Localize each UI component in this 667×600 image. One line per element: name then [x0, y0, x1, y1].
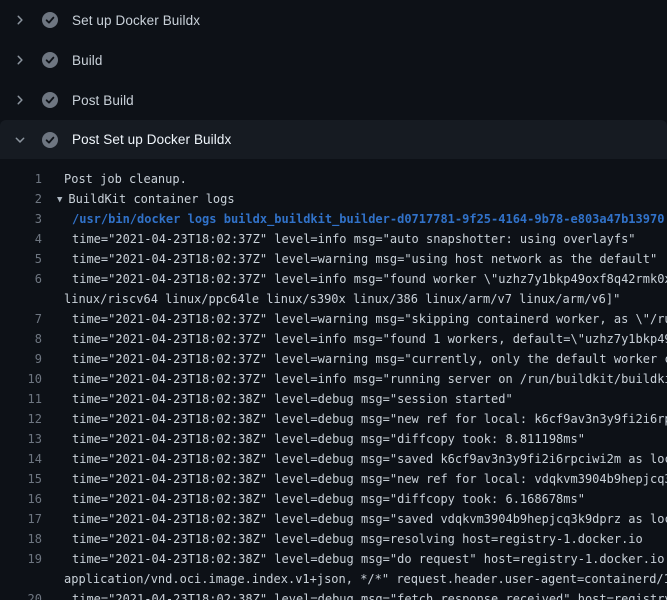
log-line-text: time="2021-04-23T18:02:38Z" level=debug …	[57, 409, 667, 429]
log-line: application/vnd.oci.image.index.v1+json,…	[0, 569, 667, 589]
log-line: linux/riscv64 linux/ppc64le linux/s390x …	[0, 289, 667, 309]
step-title: Post Set up Docker Buildx	[72, 132, 231, 147]
log-line-text: time="2021-04-23T18:02:38Z" level=debug …	[57, 429, 585, 449]
log-line: 1 Post job cleanup.	[0, 169, 667, 189]
log-line-number[interactable]: 20	[0, 589, 42, 600]
log-line-text: time="2021-04-23T18:02:38Z" level=debug …	[57, 489, 585, 509]
log-line: 11 time="2021-04-23T18:02:38Z" level=debu…	[0, 389, 667, 409]
log-line-number[interactable]: 10	[0, 369, 42, 389]
log-line: 9 time="2021-04-23T18:02:37Z" level=warni…	[0, 349, 667, 369]
step-header-post-build[interactable]: Post Build	[0, 80, 667, 120]
log-line: 6 time="2021-04-23T18:02:37Z" level=info …	[0, 269, 667, 289]
step-title: Set up Docker Buildx	[72, 13, 200, 28]
log-line-number[interactable]: 7	[0, 309, 42, 329]
log-line: 4 time="2021-04-23T18:02:37Z" level=info …	[0, 229, 667, 249]
log-line-text: time="2021-04-23T18:02:37Z" level=info m…	[57, 369, 667, 389]
step-header-post-set-up-docker-buildx[interactable]: Post Set up Docker Buildx	[0, 120, 667, 159]
log-line-number[interactable]: 9	[0, 349, 42, 369]
log-line-number[interactable]: 4	[0, 229, 42, 249]
log-line-number[interactable]: 2	[0, 189, 42, 209]
log-line: 19 time="2021-04-23T18:02:38Z" level=debu…	[0, 549, 667, 569]
log-line-number[interactable]: 14	[0, 449, 42, 469]
log-line: 15 time="2021-04-23T18:02:38Z" level=debu…	[0, 469, 667, 489]
log-line-text: time="2021-04-23T18:02:38Z" level=debug …	[57, 589, 667, 600]
steps-list: Set up Docker Buildx Build Post Build Post …	[0, 0, 667, 159]
log-line: 12 time="2021-04-23T18:02:38Z" level=debu…	[0, 409, 667, 429]
log-line: 18 time="2021-04-23T18:02:38Z" level=debu…	[0, 529, 667, 549]
log-line-number[interactable]: 3	[0, 209, 42, 229]
group-title[interactable]: BuildKit container logs	[68, 192, 234, 206]
log-line: 13 time="2021-04-23T18:02:38Z" level=debu…	[0, 429, 667, 449]
log-line-number	[0, 289, 42, 309]
log-line-number[interactable]: 12	[0, 409, 42, 429]
log-viewer[interactable]: 1 Post job cleanup. 2 ▼BuildKit container l…	[0, 159, 667, 600]
log-line: 20 time="2021-04-23T18:02:38Z" level=debu…	[0, 589, 667, 600]
log-line-text: time="2021-04-23T18:02:37Z" level=warnin…	[57, 249, 657, 269]
log-line-number	[0, 569, 42, 589]
log-line-number[interactable]: 18	[0, 529, 42, 549]
actions-log-panel: Set up Docker Buildx Build Post Build Post …	[0, 0, 667, 600]
log-line-number[interactable]: 15	[0, 469, 42, 489]
log-line-number[interactable]: 16	[0, 489, 42, 509]
log-line-text: time="2021-04-23T18:02:37Z" level=info m…	[57, 329, 667, 349]
log-line-number[interactable]: 8	[0, 329, 42, 349]
log-line: 10 time="2021-04-23T18:02:37Z" level=info…	[0, 369, 667, 389]
log-line-text: time="2021-04-23T18:02:38Z" level=debug …	[57, 509, 667, 529]
log-line: 14 time="2021-04-23T18:02:38Z" level=debu…	[0, 449, 667, 469]
check-circle-icon	[42, 12, 58, 28]
log-line: 7 time="2021-04-23T18:02:37Z" level=warni…	[0, 309, 667, 329]
log-line-text: time="2021-04-23T18:02:38Z" level=debug …	[57, 529, 643, 549]
check-circle-icon	[42, 92, 58, 108]
check-circle-icon	[42, 52, 58, 68]
log-line-text: linux/riscv64 linux/ppc64le linux/s390x …	[57, 289, 620, 309]
log-line-text: ▼BuildKit container logs	[57, 189, 235, 209]
log-line-text: time="2021-04-23T18:02:37Z" level=warnin…	[57, 309, 667, 329]
log-line-text: time="2021-04-23T18:02:37Z" level=info m…	[57, 229, 636, 249]
check-circle-icon	[42, 132, 58, 148]
step-header-build[interactable]: Build	[0, 40, 667, 80]
log-line: 17 time="2021-04-23T18:02:38Z" level=debu…	[0, 509, 667, 529]
step-title: Build	[72, 53, 103, 68]
log-line-text: time="2021-04-23T18:02:38Z" level=debug …	[57, 389, 513, 409]
chevron-down-icon	[12, 132, 28, 148]
log-line-text: Post job cleanup.	[57, 169, 187, 189]
log-line: 3/usr/bin/docker logs buildx_buildkit_bu…	[0, 209, 667, 229]
log-line: 8 time="2021-04-23T18:02:37Z" level=info …	[0, 329, 667, 349]
log-line-number[interactable]: 13	[0, 429, 42, 449]
chevron-right-icon	[12, 52, 28, 68]
log-line-text: time="2021-04-23T18:02:38Z" level=debug …	[57, 449, 667, 469]
log-line-text: application/vnd.oci.image.index.v1+json,…	[57, 569, 667, 589]
log-line-number[interactable]: 19	[0, 549, 42, 569]
log-line-number[interactable]: 11	[0, 389, 42, 409]
log-line-number[interactable]: 17	[0, 509, 42, 529]
log-line: 5 time="2021-04-23T18:02:37Z" level=warni…	[0, 249, 667, 269]
log-line-number[interactable]: 5	[0, 249, 42, 269]
chevron-right-icon	[12, 92, 28, 108]
group-toggle-icon[interactable]: ▼	[57, 190, 68, 209]
log-line-number[interactable]: 1	[0, 169, 42, 189]
log-line: 2 ▼BuildKit container logs	[0, 189, 667, 209]
step-header-set-up-docker-buildx[interactable]: Set up Docker Buildx	[0, 0, 667, 40]
log-line-text: time="2021-04-23T18:02:37Z" level=info m…	[57, 269, 667, 289]
log-command-text: /usr/bin/docker logs buildx_buildkit_bui…	[57, 209, 664, 229]
log-line-text: time="2021-04-23T18:02:38Z" level=debug …	[57, 469, 667, 489]
log-line: 16 time="2021-04-23T18:02:38Z" level=debu…	[0, 489, 667, 509]
chevron-right-icon	[12, 12, 28, 28]
log-line-text: time="2021-04-23T18:02:37Z" level=warnin…	[57, 349, 667, 369]
log-line-text: time="2021-04-23T18:02:38Z" level=debug …	[57, 549, 667, 569]
log-line-number[interactable]: 6	[0, 269, 42, 289]
step-title: Post Build	[72, 93, 134, 108]
